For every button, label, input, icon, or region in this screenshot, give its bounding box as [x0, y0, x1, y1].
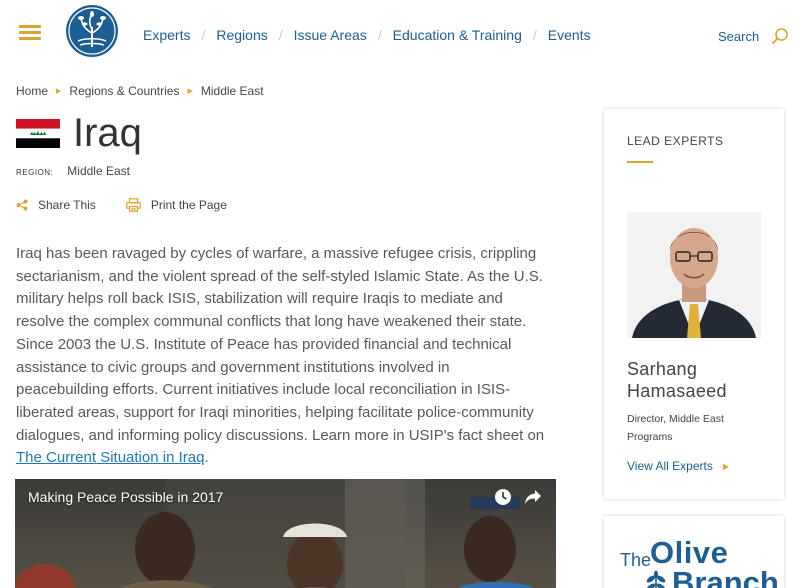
- share-this-button[interactable]: Share This: [16, 198, 96, 212]
- olive-branch-branch: Branch: [672, 565, 779, 588]
- nav-events[interactable]: Events: [548, 27, 591, 43]
- clock-icon[interactable]: [494, 488, 512, 506]
- intro-paragraph: Iraq has been ravaged by cycles of warfa…: [16, 243, 546, 470]
- breadcrumb-home[interactable]: Home: [16, 84, 48, 98]
- expert-last-name: Hamasaeed: [627, 381, 727, 401]
- breadcrumb: Home ▶ Regions & Countries ▶ Middle East: [16, 84, 264, 98]
- region-row: REGION: Middle East: [16, 164, 130, 178]
- breadcrumb-arrow-icon: ▶: [187, 88, 193, 95]
- share-arrow-icon[interactable]: [524, 489, 542, 505]
- lead-experts-heading: LEAD EXPERTS: [627, 134, 724, 148]
- chevron-right-icon: ▶: [722, 461, 729, 471]
- share-this-label: Share This: [38, 198, 96, 212]
- printer-icon: [126, 198, 141, 212]
- breadcrumb-regions-countries[interactable]: Regions & Countries: [69, 84, 179, 98]
- usip-logo[interactable]: [64, 3, 120, 59]
- breadcrumb-middle-east[interactable]: Middle East: [201, 84, 264, 98]
- nav-separator: /: [278, 27, 283, 43]
- iraq-flag-icon: [16, 119, 60, 148]
- share-icon: [16, 199, 28, 211]
- search-button[interactable]: Search: [718, 27, 789, 45]
- expert-role-line: Director, Middle East: [627, 413, 724, 425]
- intro-text-end: .: [204, 449, 209, 467]
- menu-icon[interactable]: [19, 25, 41, 40]
- intro-text: Iraq has been ravaged by cycles of warfa…: [16, 245, 545, 444]
- nav-regions[interactable]: Regions: [216, 27, 267, 43]
- region-link[interactable]: Middle East: [67, 164, 130, 178]
- expert-role: Director, Middle East Programs: [627, 410, 767, 446]
- nav-education-training[interactable]: Education & Training: [393, 27, 522, 43]
- search-label: Search: [718, 28, 760, 44]
- search-icon: [772, 28, 789, 45]
- print-page-label: Print the Page: [150, 198, 227, 212]
- expert-photo[interactable]: [627, 212, 761, 338]
- view-all-experts-label: View All Experts: [627, 459, 713, 473]
- nav-separator: /: [201, 27, 206, 43]
- video-controls: [494, 488, 542, 506]
- video-player[interactable]: Making Peace Possible in 2017: [15, 479, 556, 588]
- nav-separator: /: [377, 27, 382, 43]
- region-label: REGION:: [16, 168, 54, 177]
- page-actions: Share This Print the Page: [16, 198, 227, 212]
- heading-rule: [627, 161, 653, 163]
- expert-role-line: Programs: [627, 431, 673, 443]
- current-situation-link[interactable]: The Current Situation in Iraq: [16, 449, 204, 466]
- main-nav: Experts / Regions / Issue Areas / Educat…: [143, 26, 591, 44]
- olive-leaf-icon: [646, 570, 666, 588]
- olive-branch-promo[interactable]: The Olive Branch: [604, 516, 784, 588]
- video-title: Making Peace Possible in 2017: [28, 489, 224, 505]
- nav-experts[interactable]: Experts: [143, 27, 190, 43]
- nav-separator: /: [532, 27, 537, 43]
- print-page-button[interactable]: Print the Page: [126, 198, 227, 212]
- expert-name-link[interactable]: Sarhang Hamasaeed: [627, 358, 727, 402]
- site-header: Experts / Regions / Issue Areas / Educat…: [0, 0, 800, 72]
- page-title: Iraq: [73, 111, 142, 155]
- expert-first-name: Sarhang: [627, 359, 698, 379]
- olive-branch-logo-row: Branch: [644, 566, 779, 588]
- nav-issue-areas[interactable]: Issue Areas: [294, 27, 367, 43]
- breadcrumb-arrow-icon: ▶: [56, 88, 62, 95]
- lead-experts-card: LEAD EXPERTS Sarhang Hamasaeed Director,…: [604, 109, 784, 499]
- view-all-experts-link[interactable]: View All Experts ▶: [627, 459, 729, 473]
